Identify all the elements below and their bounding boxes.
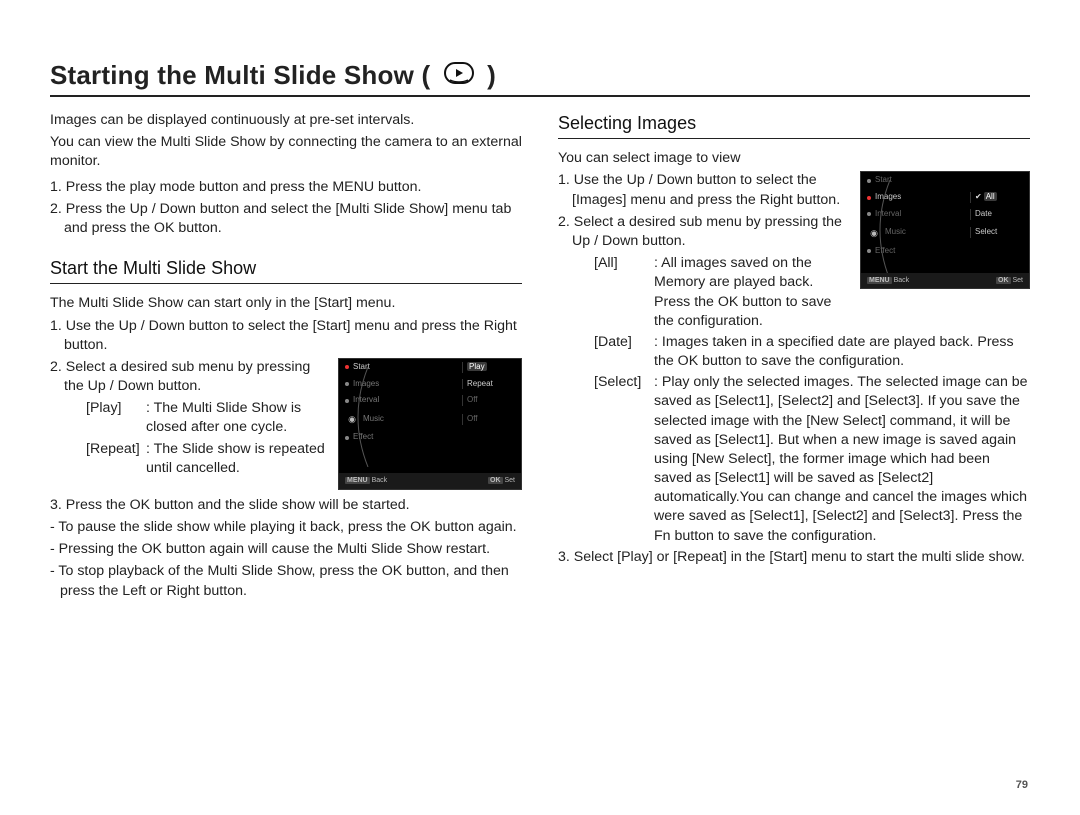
content-columns: Images can be displayed continuously at …	[50, 111, 1030, 604]
camera-lcd-images: Start Images✔All IntervalDate ◉MusicSele…	[860, 171, 1030, 289]
left-subheading: Start the Multi Slide Show	[50, 256, 522, 284]
left-column: Images can be displayed continuously at …	[50, 111, 522, 604]
right-column: Selecting Images You can select image to…	[558, 111, 1030, 604]
intro-line2: You can view the Multi Slide Show by con…	[50, 133, 522, 171]
def-play: [Play] : The Multi Slide Show is closed …	[86, 399, 328, 437]
left-step3a: - To pause the slide show while playing …	[50, 518, 522, 537]
intro-line1: Images can be displayed continuously at …	[50, 111, 522, 130]
left-step3b: - Pressing the OK button again will caus…	[50, 540, 522, 559]
left-intro: The Multi Slide Show can start only in t…	[50, 294, 522, 313]
intro-step1: 1. Press the play mode button and press …	[50, 178, 522, 197]
def-date: [Date] : Images taken in a specified dat…	[594, 333, 1030, 371]
left-step1: 1. Use the Up / Down button to select th…	[50, 317, 522, 355]
def-all: [All] : All images saved on the Memory a…	[594, 254, 850, 331]
title-text-post: )	[487, 60, 496, 90]
manual-page: Starting the Multi Slide Show ( ) Images…	[0, 0, 1080, 815]
slideshow-icon	[444, 62, 474, 84]
page-title-row: Starting the Multi Slide Show ( )	[50, 60, 1030, 97]
left-step3: 3. Press the OK button and the slide sho…	[50, 496, 522, 515]
def-select: [Select] : Play only the selected images…	[594, 373, 1030, 546]
camera-lcd-start: StartPlay ImagesRepeat IntervalOff ◉Musi…	[338, 358, 522, 490]
intro-step2: 2. Press the Up / Down button and select…	[50, 200, 522, 238]
right-intro: You can select image to view	[558, 149, 1030, 168]
left-step3c: - To stop playback of the Multi Slide Sh…	[50, 562, 522, 600]
def-repeat: [Repeat] : The Slide show is repeated un…	[86, 440, 328, 478]
page-title: Starting the Multi Slide Show ( )	[50, 60, 496, 91]
slideshow-mini-icon: ◉	[867, 226, 881, 240]
right-subheading: Selecting Images	[558, 111, 1030, 139]
title-text-pre: Starting the Multi Slide Show (	[50, 60, 438, 90]
right-step3: 3. Select [Play] or [Repeat] in the [Sta…	[558, 548, 1030, 567]
slideshow-mini-icon: ◉	[345, 412, 359, 426]
page-number: 79	[1016, 779, 1028, 791]
